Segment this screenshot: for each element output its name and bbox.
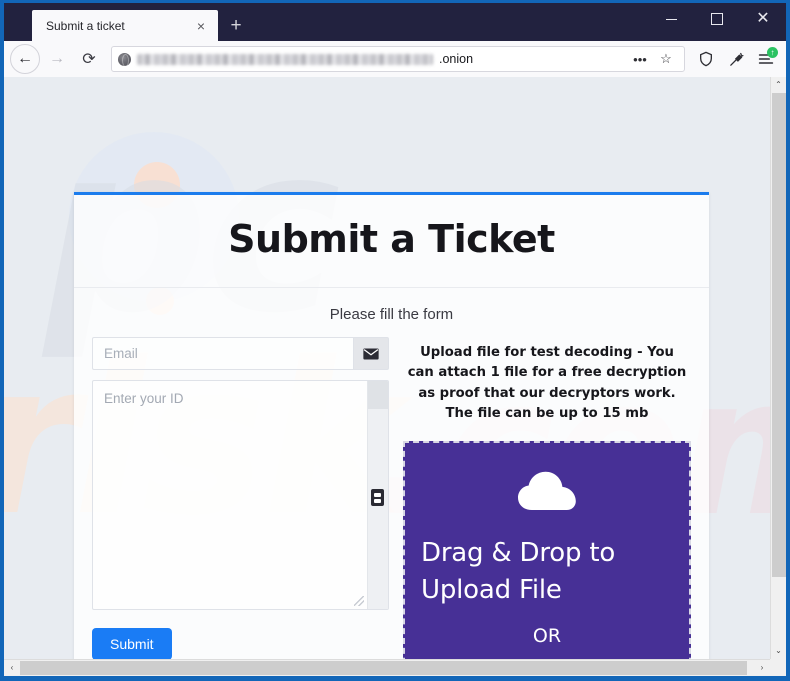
url-redacted-text	[137, 53, 433, 65]
page-viewport: pc risk .com Submit a Ticket Please fill…	[4, 77, 786, 659]
scrollbar-corner	[770, 659, 786, 676]
horizontal-scroll-track[interactable]	[20, 660, 754, 676]
form-column-right: Upload file for test decoding - You can …	[403, 337, 691, 659]
upload-instructions-line: Upload file for test decoding - You	[420, 345, 674, 360]
id-textarea[interactable]	[93, 381, 367, 609]
bookmark-star-icon[interactable]: ☆	[654, 48, 678, 70]
shield-icon[interactable]	[692, 45, 720, 73]
update-badge-icon: ↑	[767, 47, 778, 58]
maximize-button[interactable]	[694, 3, 740, 35]
email-input[interactable]	[92, 337, 353, 370]
window-close-button[interactable]: ✕	[740, 3, 786, 35]
upload-instructions: Upload file for test decoding - You can …	[403, 343, 691, 425]
browser-window: Submit a ticket × + ✕ ← → ⟳ .onion ••• ☆	[0, 0, 790, 681]
tab-strip: Submit a ticket × +	[4, 3, 252, 41]
page-actions-icon[interactable]: •••	[628, 48, 652, 70]
bottom-scroll-row: ‹ ›	[4, 659, 786, 676]
submit-button[interactable]: Submit	[92, 628, 172, 659]
dropzone-title: Drag & Drop to Upload File	[421, 537, 616, 605]
form-columns: Submit Upload file for test decoding - Y…	[92, 337, 691, 659]
noscript-icon[interactable]	[722, 45, 750, 73]
hamburger-menu-icon[interactable]: ↑	[752, 45, 780, 73]
dropzone-or-label: OR	[532, 624, 562, 647]
reload-icon[interactable]: ⟳	[74, 44, 104, 74]
upload-instructions-line: as proof that our decryptors work.	[418, 385, 676, 401]
form-subtitle: Please fill the form	[329, 306, 454, 323]
cloud-upload-icon	[516, 469, 578, 519]
horizontal-scroll-thumb[interactable]	[20, 661, 747, 675]
title-bar: Submit a ticket × + ✕	[4, 3, 786, 41]
card-header: Submit a Ticket	[74, 195, 709, 288]
scroll-down-arrow-icon[interactable]: ⌄	[771, 643, 787, 659]
textarea-scrollbar-thumb[interactable]	[368, 381, 388, 409]
page-title: Submit a Ticket	[228, 217, 555, 261]
address-bar[interactable]: .onion ••• ☆	[111, 46, 685, 72]
card-body: Please fill the form Email Enter your ID…	[74, 288, 709, 659]
scroll-up-arrow-icon[interactable]: ⌃	[771, 77, 787, 93]
upload-instructions-line: can attach 1 file for a free decryption	[407, 365, 687, 381]
upload-instructions-line: The file can be up to 15 mb	[445, 406, 649, 422]
onion-icon	[118, 52, 131, 67]
back-arrow-icon[interactable]: ←	[10, 44, 40, 74]
scroll-left-arrow-icon[interactable]: ‹	[4, 660, 20, 676]
new-tab-button[interactable]: +	[220, 10, 252, 41]
form-column-left: Submit	[92, 337, 389, 659]
textarea-resize-handle[interactable]	[354, 596, 364, 606]
close-icon[interactable]: ×	[192, 17, 210, 35]
id-field-group	[92, 380, 389, 610]
navigation-toolbar: ← → ⟳ .onion ••• ☆ ↑	[4, 41, 786, 77]
web-page: pc risk .com Submit a Ticket Please fill…	[4, 77, 770, 659]
vertical-scroll-thumb[interactable]	[772, 93, 786, 577]
id-card-icon	[371, 489, 384, 506]
minimize-button[interactable]	[648, 3, 694, 35]
file-dropzone[interactable]: Drag & Drop to Upload File OR Browse Fil…	[403, 440, 691, 659]
page-horizontal-scrollbar[interactable]: ‹ ›	[4, 659, 770, 676]
envelope-icon[interactable]	[353, 337, 389, 370]
ticket-card: Submit a Ticket Please fill the form Ema…	[74, 192, 709, 659]
url-tld-text: .onion	[439, 52, 474, 66]
tab-title: Submit a ticket	[46, 18, 125, 33]
vertical-scroll-track[interactable]	[771, 93, 786, 643]
address-bar-actions: ••• ☆	[628, 48, 678, 70]
email-field-group	[92, 337, 389, 370]
window-controls: ✕	[648, 3, 786, 35]
forward-arrow-icon[interactable]: →	[42, 44, 72, 74]
page-vertical-scrollbar[interactable]: ⌃ ⌄	[770, 77, 786, 659]
scroll-right-arrow-icon[interactable]: ›	[754, 660, 770, 676]
tab-submit-a-ticket[interactable]: Submit a ticket ×	[32, 10, 218, 41]
